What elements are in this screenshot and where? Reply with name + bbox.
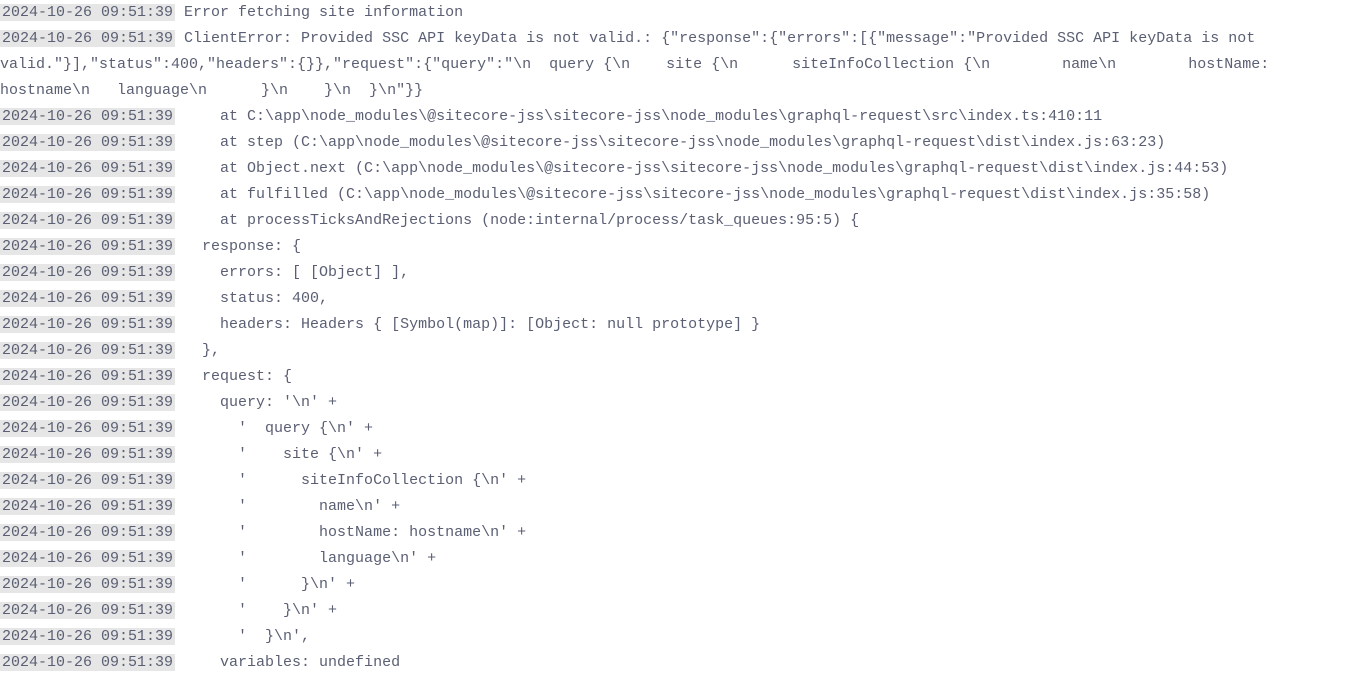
log-timestamp: 2024-10-26 09:51:39 bbox=[0, 30, 175, 47]
log-message: ' }\n' + bbox=[175, 576, 355, 593]
log-line: 2024-10-26 09:51:39 ' hostName: hostname… bbox=[0, 520, 1356, 546]
log-output: 2024-10-26 09:51:39 Error fetching site … bbox=[0, 0, 1356, 676]
log-message: status: 400, bbox=[175, 290, 328, 307]
log-line: 2024-10-26 09:51:39 ' query {\n' + bbox=[0, 416, 1356, 442]
log-message: headers: Headers { [Symbol(map)]: [Objec… bbox=[175, 316, 760, 333]
log-timestamp: 2024-10-26 09:51:39 bbox=[0, 498, 175, 515]
log-timestamp: 2024-10-26 09:51:39 bbox=[0, 160, 175, 177]
log-timestamp: 2024-10-26 09:51:39 bbox=[0, 524, 175, 541]
log-message: ' query {\n' + bbox=[175, 420, 373, 437]
log-message: Error fetching site information bbox=[175, 4, 463, 21]
log-message: at step (C:\app\node_modules\@sitecore-j… bbox=[175, 134, 1165, 151]
log-line: 2024-10-26 09:51:39 ' siteInfoCollection… bbox=[0, 468, 1356, 494]
log-timestamp: 2024-10-26 09:51:39 bbox=[0, 108, 175, 125]
log-timestamp: 2024-10-26 09:51:39 bbox=[0, 550, 175, 567]
log-line: 2024-10-26 09:51:39 ' name\n' + bbox=[0, 494, 1356, 520]
log-line: 2024-10-26 09:51:39 at fulfilled (C:\app… bbox=[0, 182, 1356, 208]
log-message: request: { bbox=[175, 368, 292, 385]
log-line: 2024-10-26 09:51:39 ClientError: Provide… bbox=[0, 26, 1356, 104]
log-timestamp: 2024-10-26 09:51:39 bbox=[0, 238, 175, 255]
log-message: at C:\app\node_modules\@sitecore-jss\sit… bbox=[175, 108, 1102, 125]
log-message: response: { bbox=[175, 238, 301, 255]
log-timestamp: 2024-10-26 09:51:39 bbox=[0, 654, 175, 671]
log-line: 2024-10-26 09:51:39 query: '\n' + bbox=[0, 390, 1356, 416]
log-line: 2024-10-26 09:51:39 variables: undefined bbox=[0, 650, 1356, 676]
log-message: at processTicksAndRejections (node:inter… bbox=[175, 212, 859, 229]
log-message: ' siteInfoCollection {\n' + bbox=[175, 472, 526, 489]
log-message: ' site {\n' + bbox=[175, 446, 382, 463]
log-line: 2024-10-26 09:51:39 ' site {\n' + bbox=[0, 442, 1356, 468]
log-line: 2024-10-26 09:51:39 at processTicksAndRe… bbox=[0, 208, 1356, 234]
log-timestamp: 2024-10-26 09:51:39 bbox=[0, 264, 175, 281]
log-timestamp: 2024-10-26 09:51:39 bbox=[0, 472, 175, 489]
log-timestamp: 2024-10-26 09:51:39 bbox=[0, 186, 175, 203]
log-timestamp: 2024-10-26 09:51:39 bbox=[0, 602, 175, 619]
log-message: errors: [ [Object] ], bbox=[175, 264, 409, 281]
log-line: 2024-10-26 09:51:39 ' }\n' + bbox=[0, 598, 1356, 624]
log-message: ' name\n' + bbox=[175, 498, 400, 515]
log-message: variables: undefined bbox=[175, 654, 400, 671]
log-timestamp: 2024-10-26 09:51:39 bbox=[0, 4, 175, 21]
log-timestamp: 2024-10-26 09:51:39 bbox=[0, 576, 175, 593]
log-line: 2024-10-26 09:51:39 ' language\n' + bbox=[0, 546, 1356, 572]
log-message: ClientError: Provided SSC API keyData is… bbox=[0, 30, 1278, 99]
log-timestamp: 2024-10-26 09:51:39 bbox=[0, 420, 175, 437]
log-line: 2024-10-26 09:51:39 status: 400, bbox=[0, 286, 1356, 312]
log-timestamp: 2024-10-26 09:51:39 bbox=[0, 368, 175, 385]
log-message: at fulfilled (C:\app\node_modules\@sitec… bbox=[175, 186, 1210, 203]
log-timestamp: 2024-10-26 09:51:39 bbox=[0, 342, 175, 359]
log-line: 2024-10-26 09:51:39 response: { bbox=[0, 234, 1356, 260]
log-timestamp: 2024-10-26 09:51:39 bbox=[0, 134, 175, 151]
log-message: query: '\n' + bbox=[175, 394, 337, 411]
log-line: 2024-10-26 09:51:39 at Object.next (C:\a… bbox=[0, 156, 1356, 182]
log-line: 2024-10-26 09:51:39 Error fetching site … bbox=[0, 0, 1356, 26]
log-message: ' hostName: hostname\n' + bbox=[175, 524, 526, 541]
log-message: ' language\n' + bbox=[175, 550, 436, 567]
log-message: ' }\n', bbox=[175, 628, 310, 645]
log-line: 2024-10-26 09:51:39 headers: Headers { [… bbox=[0, 312, 1356, 338]
log-line: 2024-10-26 09:51:39 ' }\n' + bbox=[0, 572, 1356, 598]
log-timestamp: 2024-10-26 09:51:39 bbox=[0, 628, 175, 645]
log-message: }, bbox=[175, 342, 220, 359]
log-timestamp: 2024-10-26 09:51:39 bbox=[0, 316, 175, 333]
log-timestamp: 2024-10-26 09:51:39 bbox=[0, 446, 175, 463]
log-timestamp: 2024-10-26 09:51:39 bbox=[0, 394, 175, 411]
log-line: 2024-10-26 09:51:39 errors: [ [Object] ]… bbox=[0, 260, 1356, 286]
log-message: at Object.next (C:\app\node_modules\@sit… bbox=[175, 160, 1228, 177]
log-line: 2024-10-26 09:51:39 at step (C:\app\node… bbox=[0, 130, 1356, 156]
log-timestamp: 2024-10-26 09:51:39 bbox=[0, 212, 175, 229]
log-message: ' }\n' + bbox=[175, 602, 337, 619]
log-line: 2024-10-26 09:51:39 ' }\n', bbox=[0, 624, 1356, 650]
log-line: 2024-10-26 09:51:39 }, bbox=[0, 338, 1356, 364]
log-line: 2024-10-26 09:51:39 at C:\app\node_modul… bbox=[0, 104, 1356, 130]
log-line: 2024-10-26 09:51:39 request: { bbox=[0, 364, 1356, 390]
log-timestamp: 2024-10-26 09:51:39 bbox=[0, 290, 175, 307]
